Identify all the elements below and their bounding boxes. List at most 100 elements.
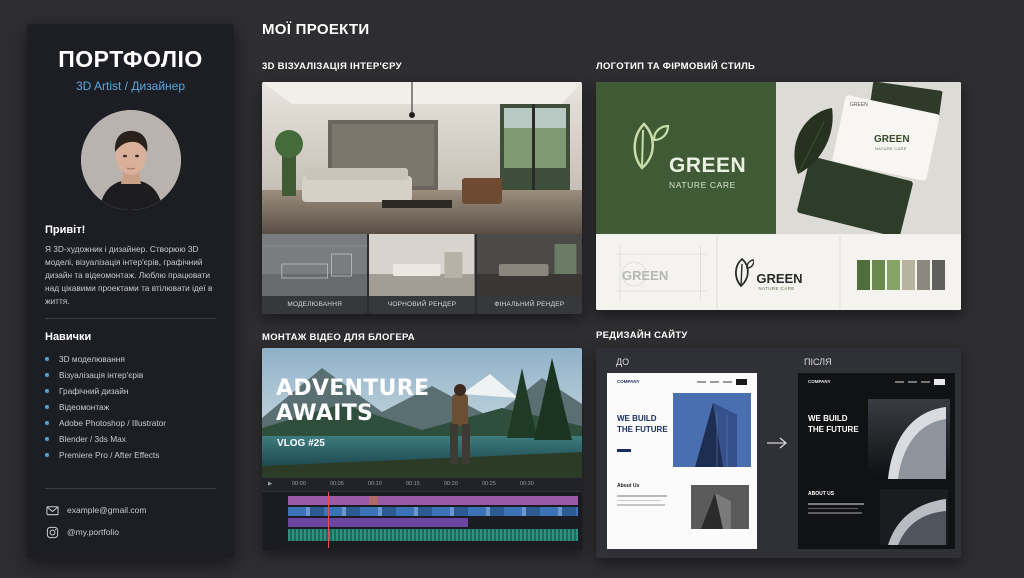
draft-render-image [369, 234, 475, 296]
site-nav [895, 379, 945, 385]
video-headline: ADVENTURE AWAITS [276, 376, 429, 426]
about-heading: ABOUT US [808, 491, 835, 497]
section-label-video: МОНТАЖ ВІДЕО ДЛЯ БЛОГЕРА [262, 332, 415, 343]
color-swatch [916, 260, 930, 290]
skill-label: Blender / 3ds Max [59, 434, 126, 444]
card-brand-mini: GREEN [850, 102, 868, 108]
color-palette [840, 236, 961, 310]
profile-sidebar: ПОРТФОЛІО 3D Artist / Дизайнер Привіт! Я… [27, 24, 234, 558]
skill-item: Візуалізація інтер'єрів [45, 367, 216, 383]
logo-final: GREEN NATURE CARE [718, 236, 839, 310]
headline-line-1: WE BUILD [808, 414, 848, 423]
divider [45, 318, 216, 319]
project-card-website[interactable]: ДО ПІСЛЯ COMPANY WE BUILD THE FUTURE Abo… [596, 348, 961, 558]
website-after: COMPANY WE BUILD THE FUTURE ABOUT US [798, 373, 955, 549]
playhead[interactable] [328, 492, 329, 548]
before-label: ДО [616, 357, 630, 367]
architecture-photo [880, 489, 948, 545]
brand-guidelines-row: GREEN GREEN NATURE CARE [596, 236, 961, 310]
mail-icon [45, 503, 59, 517]
stage-final-render[interactable]: ФІНАЛЬНИЙ РЕНДЕР [476, 234, 582, 314]
stage-caption: ФІНАЛЬНИЙ РЕНДЕР [476, 296, 582, 314]
bullet-icon [45, 405, 49, 409]
cta-button [617, 449, 631, 452]
site-headline: WE BUILD THE FUTURE [808, 413, 859, 435]
instagram-icon [45, 525, 59, 539]
video-track-1[interactable] [288, 496, 578, 505]
color-swatch [871, 260, 885, 290]
render-stages: МОДЕЛЮВАННЯ ЧОРНОВИЙ РЕНДЕР ФІНАЛЬНИЙ РЕ… [262, 234, 582, 314]
brand-name: GREEN [669, 154, 747, 177]
editing-timeline[interactable]: ▶ 00:00 00:05 00:10 00:15 00:20 00:25 00… [262, 478, 582, 550]
video-track-2[interactable] [288, 507, 578, 516]
skill-label: Adobe Photoshop / Illustrator [59, 418, 167, 428]
skills-heading: Навички [45, 331, 92, 343]
skill-item: Графічний дизайн [45, 383, 216, 399]
stage-draft-render[interactable]: ЧОРНОВИЙ РЕНДЕР [369, 234, 475, 314]
building-image [868, 399, 950, 479]
audio-track[interactable] [288, 529, 578, 541]
final-render-image [476, 234, 582, 296]
color-swatch [901, 260, 915, 290]
stage-modeling[interactable]: МОДЕЛЮВАННЯ [262, 234, 368, 314]
headline-line-1: ADVENTURE [276, 376, 430, 401]
bullet-icon [45, 389, 49, 393]
card-brand-tagline: NATURE CARE [875, 146, 907, 151]
bullet-icon [45, 421, 49, 425]
section-label-website: РЕДИЗАЙН САЙТУ [596, 330, 688, 341]
interior-render-image [262, 82, 582, 234]
logo-brand-name: GREEN [756, 271, 803, 286]
skill-label: 3D моделювання [59, 354, 125, 364]
timecode: 00:10 [368, 481, 382, 487]
company-logo: COMPANY [617, 379, 640, 384]
project-card-interior[interactable]: МОДЕЛЮВАННЯ ЧОРНОВИЙ РЕНДЕР ФІНАЛЬНИЙ РЕ… [262, 82, 582, 314]
grid-brand-name: GREEN [622, 268, 669, 283]
skill-item: 3D моделювання [45, 351, 216, 367]
skill-label: Відеомонтаж [59, 402, 110, 412]
instagram-link[interactable]: @my.portfolio [45, 521, 216, 543]
video-track-3[interactable] [288, 518, 468, 527]
headline-line-2: AWAITS [276, 401, 374, 426]
skill-label: Premiere Pro / After Effects [59, 450, 160, 460]
bullet-icon [45, 357, 49, 361]
leaf-logo-icon [735, 257, 755, 288]
color-swatch [931, 260, 945, 290]
text-lines [617, 495, 667, 506]
after-label: ПІСЛЯ [804, 357, 832, 367]
building-photo [691, 485, 749, 529]
timecode: 00:00 [292, 481, 306, 487]
email-text: example@gmail.com [67, 505, 147, 515]
timecode: 00:15 [406, 481, 420, 487]
section-label-interior: 3D ВІЗУАЛІЗАЦІЯ ІНТЕР'ЄРУ [262, 61, 402, 72]
color-swatch [856, 260, 870, 290]
timecode: 00:05 [330, 481, 344, 487]
contacts: example@gmail.com @my.portfolio [45, 488, 216, 543]
company-logo: COMPANY [808, 379, 831, 384]
portrait-image [80, 110, 181, 210]
portfolio-title: ПОРТФОЛІО [58, 46, 203, 72]
avatar [80, 110, 181, 210]
bullet-icon [45, 453, 49, 457]
project-card-video[interactable]: ADVENTURE AWAITS VLOG #25 ▶ 00:00 00:05 … [262, 348, 582, 550]
project-card-branding[interactable]: GREEN NATURE CARE GREEN GREEN NATURE CAR… [596, 82, 961, 310]
site-nav [697, 379, 747, 385]
headline-line-1: WE BUILD [617, 414, 657, 423]
page-title: МОЇ ПРОЕКТИ [262, 21, 370, 38]
email-link[interactable]: example@gmail.com [45, 499, 216, 521]
stationery-image [776, 82, 961, 234]
headline-line-2: THE FUTURE [808, 425, 859, 434]
role-subtitle: 3D Artist / Дизайнер [75, 79, 186, 93]
leaf-logo-icon [633, 122, 670, 170]
instagram-text: @my.portfolio [67, 527, 119, 537]
color-swatch [886, 260, 900, 290]
logo-construction-grid: GREEN [596, 236, 717, 310]
play-icon[interactable]: ▶ [268, 481, 272, 487]
timeline-ruler: ▶ 00:00 00:05 00:10 00:15 00:20 00:25 00… [262, 478, 582, 492]
bullet-icon [45, 373, 49, 377]
logo-brand-tagline: NATURE CARE [758, 286, 795, 291]
skills-list: 3D моделювання Візуалізація інтер'єрів Г… [45, 351, 216, 463]
bullet-icon [45, 437, 49, 441]
greeting-heading: Привіт! [45, 224, 86, 236]
website-before: COMPANY WE BUILD THE FUTURE About Us [607, 373, 757, 549]
card-brand-name: GREEN [874, 134, 910, 145]
